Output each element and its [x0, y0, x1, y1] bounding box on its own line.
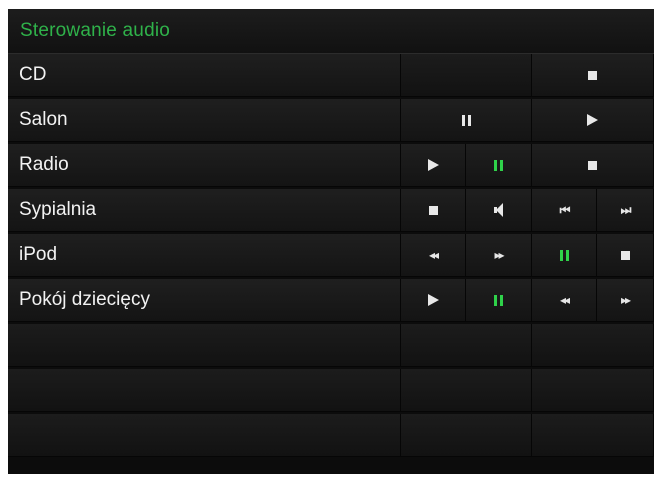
page-title: Sterowanie audio: [20, 20, 171, 41]
play-icon: [587, 114, 598, 126]
stop-icon: [620, 250, 630, 260]
speaker-icon: [493, 203, 504, 217]
zone-label: CD: [8, 54, 401, 97]
stop-button[interactable]: [532, 54, 654, 97]
rewind-icon: ◂◂: [559, 293, 570, 307]
empty-cell: [8, 324, 401, 367]
pause-icon: [461, 114, 471, 126]
pause-icon: [559, 249, 569, 261]
next-track-button[interactable]: ⏭: [597, 189, 654, 232]
play-icon: [427, 294, 439, 306]
next-track-icon: ⏭: [620, 202, 632, 217]
empty-cell: [401, 324, 532, 367]
stop-button[interactable]: [401, 189, 466, 232]
rewind-button[interactable]: ◂◂: [532, 279, 597, 322]
audio-row-cd: CD: [8, 54, 654, 97]
pause-button[interactable]: [401, 99, 532, 142]
panel-header: Sterowanie audio: [8, 9, 654, 54]
zone-label: Salon: [8, 99, 401, 142]
empty-cell: [532, 414, 654, 457]
rewind-button[interactable]: ◂◂: [401, 234, 466, 277]
pause-icon: [494, 159, 503, 171]
zone-label: Pokój dziecięcy: [8, 279, 401, 322]
stop-icon: [428, 205, 438, 215]
play-icon: [427, 159, 439, 171]
pause-button-active[interactable]: [532, 234, 597, 277]
fast-forward-icon: ▸▸: [494, 248, 504, 262]
audio-row-salon: Salon: [8, 99, 654, 142]
stop-icon: [588, 70, 597, 80]
empty-cell: [401, 414, 532, 457]
fast-forward-button[interactable]: ▸▸: [597, 279, 654, 322]
fast-forward-icon: ▸▸: [620, 293, 631, 307]
previous-track-button[interactable]: ⏮: [532, 189, 597, 232]
audio-row-pokoj-dzieciecy: Pokój dziecięcy ◂◂ ▸▸: [8, 279, 654, 322]
play-button[interactable]: [401, 144, 466, 187]
stop-button[interactable]: [532, 144, 654, 187]
empty-row: [8, 324, 654, 367]
stop-button[interactable]: [597, 234, 654, 277]
play-button[interactable]: [532, 99, 654, 142]
empty-cell: [8, 414, 401, 457]
zone-label: Radio: [8, 144, 401, 187]
audio-row-radio: Radio: [8, 144, 654, 187]
pause-icon: [494, 294, 503, 306]
empty-row: [8, 414, 654, 457]
zone-label: Sypialnia: [8, 189, 401, 232]
rewind-icon: ◂◂: [428, 248, 439, 262]
empty-cell: [401, 54, 532, 97]
audio-row-sypialnia: Sypialnia ⏮ ⏭: [8, 189, 654, 232]
pause-button-active[interactable]: [466, 144, 532, 187]
pause-button-active[interactable]: [466, 279, 532, 322]
previous-track-icon: ⏮: [559, 202, 571, 217]
empty-cell: [532, 369, 654, 412]
empty-row: [8, 369, 654, 412]
play-button[interactable]: [401, 279, 466, 322]
mute-button[interactable]: [466, 189, 532, 232]
empty-cell: [532, 324, 654, 367]
stop-icon: [588, 160, 597, 170]
fast-forward-button[interactable]: ▸▸: [466, 234, 532, 277]
audio-control-panel: Sterowanie audio CD Salon Radio Sypialni…: [8, 9, 654, 474]
zone-label: iPod: [8, 234, 401, 277]
audio-row-ipod: iPod ◂◂ ▸▸: [8, 234, 654, 277]
empty-cell: [401, 369, 532, 412]
empty-cell: [8, 369, 401, 412]
